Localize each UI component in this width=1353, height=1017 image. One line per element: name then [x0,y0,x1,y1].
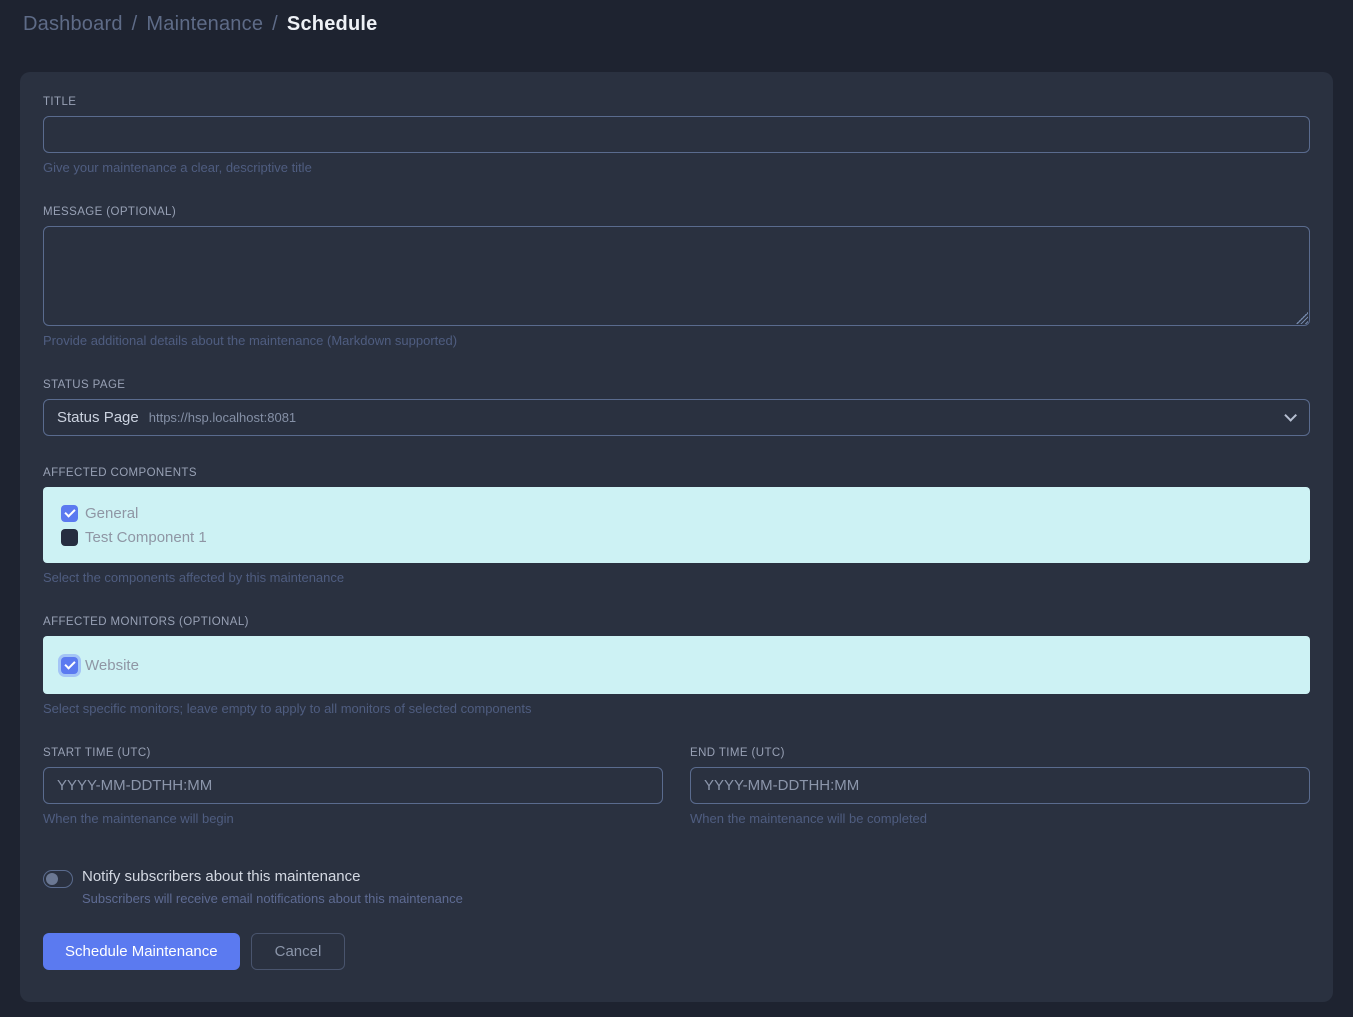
affected-monitors-panel: Website [43,636,1310,694]
textarea-resize-handle[interactable] [1296,312,1308,324]
notify-subscribers-row: Notify subscribers about this maintenanc… [43,868,1310,906]
component-option-label[interactable]: Test Component 1 [85,529,207,546]
component-option-label[interactable]: General [85,505,138,522]
message-field-group: MESSAGE (OPTIONAL) Provide additional de… [43,206,1310,348]
end-time-field-group: END TIME (UTC) When the maintenance will… [690,747,1310,826]
breadcrumb: Dashboard / Maintenance / Schedule [23,13,1329,36]
affected-components-helper-text: Select the components affected by this m… [43,570,1310,585]
breadcrumb-item-maintenance[interactable]: Maintenance [146,13,263,35]
title-field-group: TITLE Give your maintenance a clear, des… [43,96,1310,175]
form-actions: Schedule Maintenance Cancel [43,933,1310,970]
schedule-maintenance-form-card: TITLE Give your maintenance a clear, des… [20,72,1333,1002]
notify-subscribers-label[interactable]: Notify subscribers about this maintenanc… [82,868,463,885]
message-helper-text: Provide additional details about the mai… [43,333,1310,348]
time-fields-row: START TIME (UTC) When the maintenance wi… [43,747,1310,826]
monitor-option-label[interactable]: Website [85,657,139,674]
checkbox-checked-icon[interactable] [61,505,78,522]
title-input[interactable] [43,116,1310,153]
component-option-general[interactable]: General [61,501,1292,525]
schedule-maintenance-button[interactable]: Schedule Maintenance [43,933,240,970]
component-option-test-component-1[interactable]: Test Component 1 [61,525,1292,549]
chevron-down-icon [1284,409,1297,422]
status-page-field-group: STATUS PAGE Status Page https://hsp.loca… [43,379,1310,436]
end-time-input[interactable] [690,767,1310,804]
affected-components-label: AFFECTED COMPONENTS [43,467,1310,479]
status-page-selected-url: https://hsp.localhost:8081 [149,410,296,425]
affected-monitors-helper-text: Select specific monitors; leave empty to… [43,701,1310,716]
toggle-knob [46,873,58,885]
status-page-selected-name: Status Page [57,409,139,426]
notify-subscribers-toggle[interactable] [43,870,73,888]
affected-monitors-group: AFFECTED MONITORS (OPTIONAL) Website Sel… [43,616,1310,716]
breadcrumb-separator: / [132,13,138,35]
start-time-input[interactable] [43,767,663,804]
cancel-button[interactable]: Cancel [251,933,346,970]
breadcrumb-separator: / [272,13,278,35]
checkbox-checked-icon[interactable] [61,657,78,674]
end-time-label: END TIME (UTC) [690,747,1310,759]
affected-components-panel: General Test Component 1 [43,487,1310,563]
notify-subscribers-helper-text: Subscribers will receive email notificat… [82,891,463,906]
start-time-helper-text: When the maintenance will begin [43,811,663,826]
start-time-field-group: START TIME (UTC) When the maintenance wi… [43,747,663,826]
breadcrumb-item-dashboard[interactable]: Dashboard [23,13,123,35]
affected-monitors-label: AFFECTED MONITORS (OPTIONAL) [43,616,1310,628]
checkbox-unchecked-icon[interactable] [61,529,78,546]
monitor-option-website[interactable]: Website [61,653,1292,677]
end-time-helper-text: When the maintenance will be completed [690,811,1310,826]
breadcrumb-current-schedule: Schedule [287,13,378,35]
affected-components-group: AFFECTED COMPONENTS General Test Compone… [43,467,1310,585]
start-time-label: START TIME (UTC) [43,747,663,759]
status-page-label: STATUS PAGE [43,379,1310,391]
message-textarea[interactable] [43,226,1310,326]
message-label: MESSAGE (OPTIONAL) [43,206,1310,218]
top-bar: Dashboard / Maintenance / Schedule [0,0,1353,48]
title-helper-text: Give your maintenance a clear, descripti… [43,160,1310,175]
status-page-select[interactable]: Status Page https://hsp.localhost:8081 [43,399,1310,436]
title-label: TITLE [43,96,1310,108]
